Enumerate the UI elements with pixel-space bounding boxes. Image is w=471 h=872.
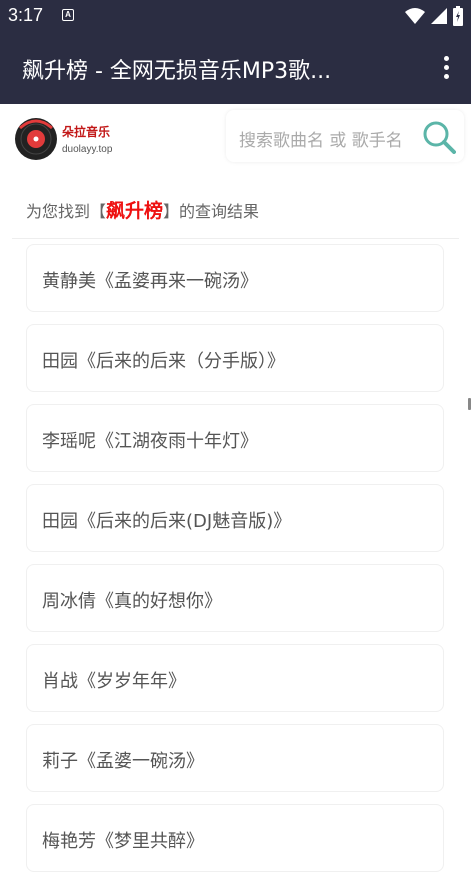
search-box[interactable]: 搜索歌曲名 或 歌手名: [226, 110, 464, 162]
song-title: 李瑶呢《江湖夜雨十年灯》: [42, 431, 258, 452]
list-item[interactable]: 李瑶呢《江湖夜雨十年灯》: [26, 404, 444, 472]
search-icon[interactable]: [422, 120, 456, 154]
result-suffix: 】的查询结果: [163, 202, 260, 221]
song-title: 田园《后来的后来(DJ魅音版)》: [42, 511, 292, 532]
site-logo[interactable]: 朵拉音乐 duolayy.top: [14, 114, 124, 164]
status-time: 3:17: [8, 5, 44, 25]
list-item[interactable]: 田园《后来的后来（分手版）》: [26, 324, 444, 392]
list-item[interactable]: 田园《后来的后来(DJ魅音版)》: [26, 484, 444, 552]
status-bar: 3:17 A: [0, 0, 471, 32]
more-vert-icon[interactable]: [441, 56, 451, 82]
song-title: 莉子《孟婆一碗汤》: [42, 751, 204, 772]
divider: [12, 238, 459, 239]
app-bar: 飙升榜 - 全网无损音乐MP3歌...: [0, 32, 471, 104]
battery-icon: [453, 6, 463, 26]
list-item[interactable]: 黄静美《孟婆再来一碗汤》: [26, 244, 444, 312]
song-title: 肖战《岁岁年年》: [42, 671, 186, 692]
song-title: 黄静美《孟婆再来一碗汤》: [42, 271, 258, 292]
page-title: 飙升榜 - 全网无损音乐MP3歌...: [22, 59, 332, 84]
search-input[interactable]: 搜索歌曲名 或 歌手名: [239, 126, 403, 151]
status-icons: [405, 6, 463, 26]
list-item[interactable]: 周冰倩《真的好想你》: [26, 564, 444, 632]
song-title: 梅艳芳《梦里共醉》: [42, 831, 204, 852]
svg-text:duolayy.top: duolayy.top: [62, 144, 113, 155]
result-keyword: 飙升榜: [106, 200, 164, 222]
notification-icon: A: [62, 9, 74, 21]
signal-icon: [431, 8, 447, 24]
result-summary: 为您找到【飙升榜】的查询结果: [0, 174, 471, 238]
list-item[interactable]: 梅艳芳《梦里共醉》: [26, 804, 444, 872]
list-item[interactable]: 肖战《岁岁年年》: [26, 644, 444, 712]
list-item[interactable]: 莉子《孟婆一碗汤》: [26, 724, 444, 792]
site-header: 朵拉音乐 duolayy.top 搜索歌曲名 或 歌手名: [0, 104, 471, 174]
song-title: 田园《后来的后来（分手版）》: [42, 351, 285, 372]
song-title: 周冰倩《真的好想你》: [42, 591, 222, 612]
result-prefix: 为您找到【: [26, 202, 107, 221]
wifi-icon: [405, 8, 425, 24]
svg-text:朵拉音乐: 朵拉音乐: [62, 124, 110, 139]
